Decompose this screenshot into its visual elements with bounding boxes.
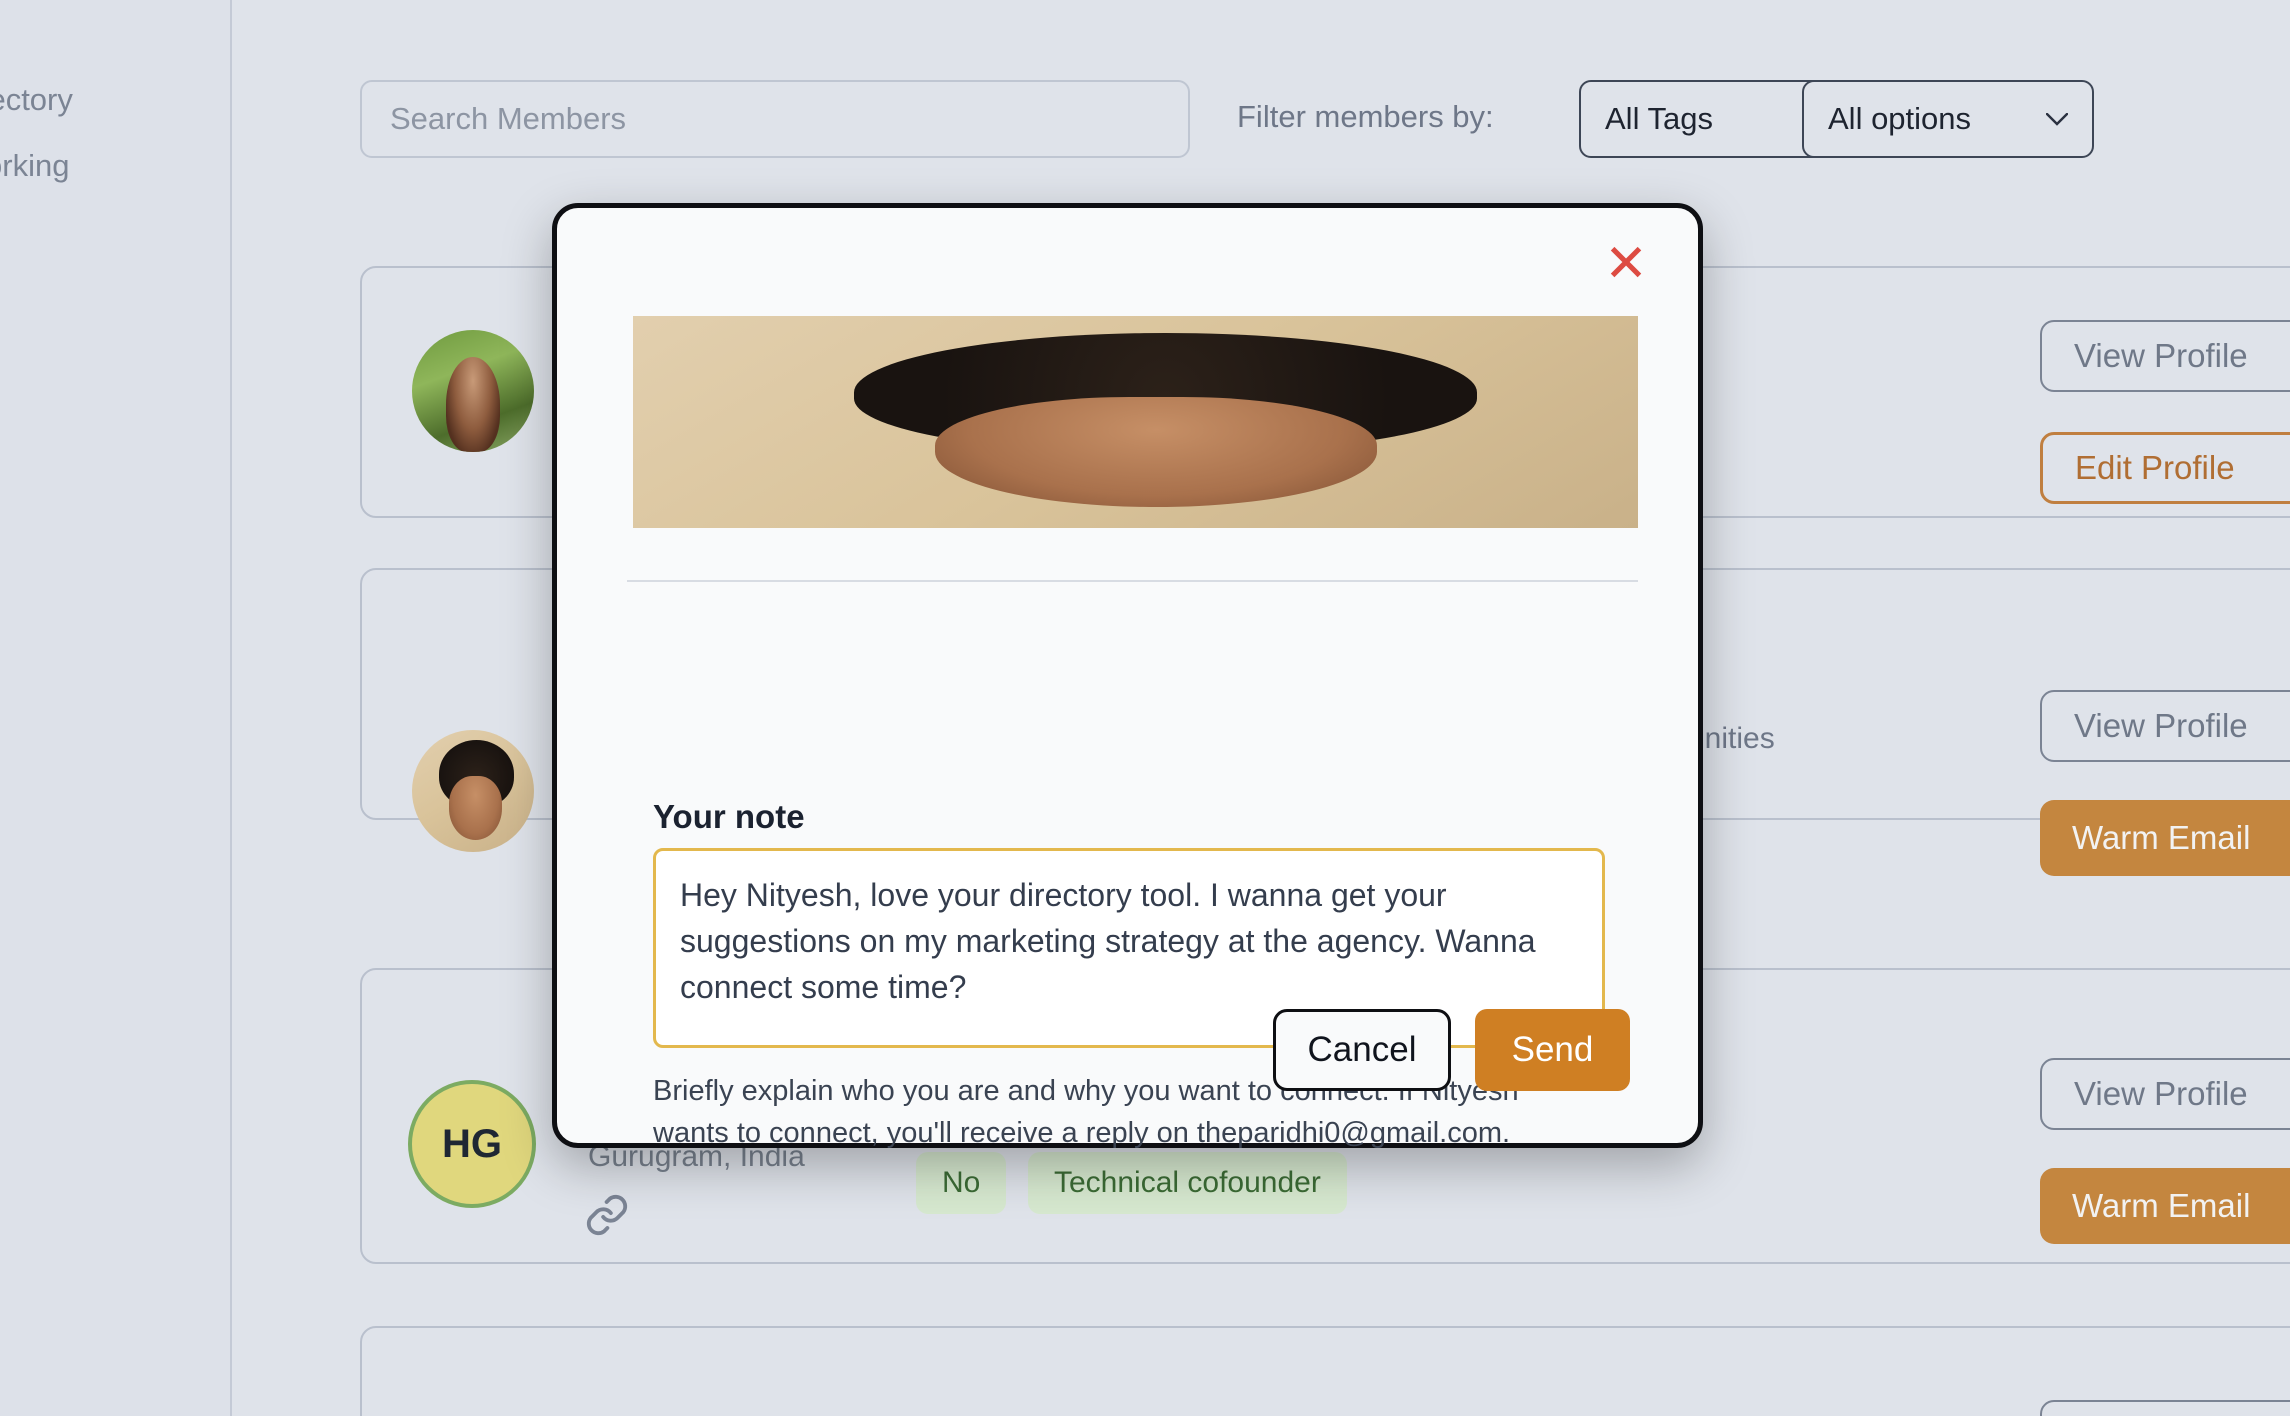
member-card[interactable] xyxy=(360,1326,2290,1416)
close-icon[interactable]: ✕ xyxy=(1598,236,1654,292)
edit-profile-button[interactable]: Edit Profile xyxy=(2040,432,2290,504)
sidebar-item-directory[interactable]: directory xyxy=(0,82,184,118)
avatar-initials: HG xyxy=(442,1121,502,1166)
view-profile-label: View Profile xyxy=(2074,1075,2248,1112)
view-profile-button[interactable]: View Profile xyxy=(2040,320,2290,392)
sidebar: directory tworking xyxy=(0,0,232,1416)
tags-filter-value: All Tags xyxy=(1605,101,1713,136)
sidebar-item-label: tworking xyxy=(0,148,70,183)
avatar: HG xyxy=(408,1080,536,1208)
search-placeholder-text: Search Members xyxy=(390,101,627,136)
toolbar: Search Members Filter members by: All Ta… xyxy=(232,0,2290,176)
view-profile-button[interactable]: View Profile xyxy=(2040,1058,2290,1130)
view-profile-button[interactable]: View Profile xyxy=(2040,1400,2290,1416)
options-filter-select[interactable]: All options xyxy=(1802,80,2094,158)
app-root: directory tworking Search Members Filter… xyxy=(0,0,2290,1416)
search-input[interactable]: Search Members xyxy=(360,80,1190,158)
note-label: Your note xyxy=(653,798,805,835)
sidebar-item-label: directory xyxy=(0,82,73,117)
view-profile-label: View Profile xyxy=(2074,337,2248,374)
warm-email-button[interactable]: Warm Email xyxy=(2040,1168,2290,1244)
member-tag: No xyxy=(916,1152,1007,1214)
chevron-down-icon xyxy=(2046,112,2068,126)
send-button[interactable]: Send xyxy=(1475,1009,1630,1091)
warm-email-label: Warm Email xyxy=(2072,819,2251,856)
avatar xyxy=(633,316,1638,529)
link-icon[interactable] xyxy=(584,1192,630,1238)
sidebar-item-networking[interactable]: tworking xyxy=(0,148,184,184)
modal-actions: Cancel Send xyxy=(1273,1009,1630,1091)
view-profile-button[interactable]: View Profile xyxy=(2040,690,2290,762)
modal-header: Send a warm email to Nityesh Agarwal War… xyxy=(633,316,1638,529)
warm-email-button[interactable]: Warm Email xyxy=(2040,800,2290,876)
cancel-button[interactable]: Cancel xyxy=(1273,1009,1451,1091)
filter-members-label: Filter members by: xyxy=(1237,99,1494,134)
divider xyxy=(627,580,1638,582)
options-filter-value: All options xyxy=(1828,101,1972,136)
avatar xyxy=(412,330,534,452)
edit-profile-label: Edit Profile xyxy=(2075,449,2235,486)
warm-email-label: Warm Email xyxy=(2072,1187,2251,1224)
avatar xyxy=(412,730,534,852)
view-profile-label: View Profile xyxy=(2074,707,2248,744)
warm-email-modal: ✕ Send a warm email to Nityesh Agarwal W… xyxy=(552,203,1703,1149)
member-tag: Technical cofounder xyxy=(1028,1152,1347,1214)
